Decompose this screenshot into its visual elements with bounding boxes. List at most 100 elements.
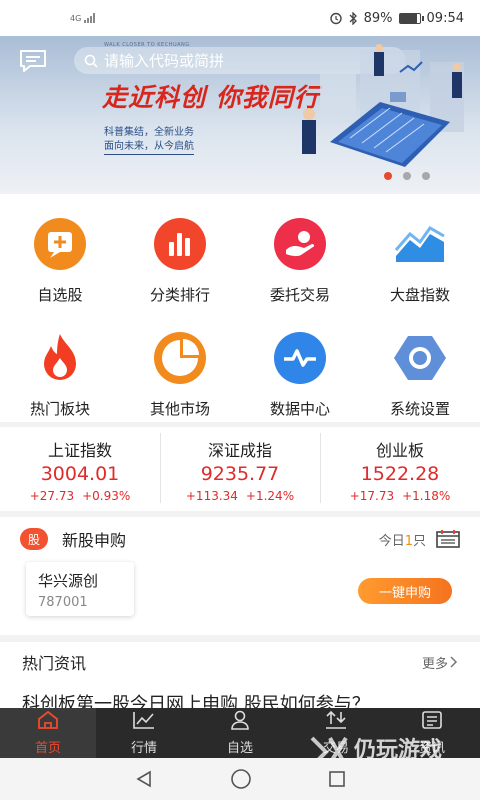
carousel-dot[interactable] [403,172,411,180]
feature-label: 其他市场 [149,400,210,418]
news-item[interactable]: 科创板第一股今日网上申购 股民如何参与？ [22,690,370,708]
battery-percent: 89% [363,10,393,26]
feature-label: 系统设置 [389,400,450,418]
ipo-today-number: 1 [404,533,413,549]
feature-trade-hand[interactable]: 委托交易 [240,194,360,308]
index-percent: +1.24% [245,489,295,503]
index-percent: +0.93% [82,489,131,503]
index-change: +27.73 [29,489,75,503]
feature-watchlist[interactable]: 自选股 [0,194,120,308]
search-placeholder: 请输入代码或简拼 [104,52,225,70]
tab-label: 首页 [34,741,61,756]
trade-hand-icon [272,216,328,272]
pie-icon [152,330,208,386]
ipo-today-count: 今日1只 [379,530,426,549]
carousel-dot[interactable] [384,172,392,180]
settings-hex-icon [392,330,448,386]
tab-home[interactable]: 首页 [0,708,96,758]
clock: 09:54 [426,10,464,26]
feature-label: 自选股 [37,286,83,304]
feature-label: 大盘指数 [389,286,450,304]
home-icon [37,710,59,737]
news-title: 热门资讯 [22,654,87,673]
ipo-stock-card[interactable]: 华兴源创 787001 [26,562,134,616]
carousel-dot[interactable] [422,172,430,180]
index-percent: +1.18% [402,489,451,503]
index-change: +17.73 [349,489,395,503]
ranking-bars-icon [152,216,208,272]
tab-trade-arrows[interactable]: 交易 [288,708,384,758]
index-value: 3004.01 [40,463,120,485]
search-icon [84,54,98,68]
chevron-right-icon [450,656,458,668]
system-nav-bar [0,758,480,800]
index-name: 上证指数 [47,441,112,460]
index-change: +113.34 [185,489,238,503]
ipo-stock-name: 华兴源创 [38,572,99,590]
feature-label: 委托交易 [269,286,330,304]
one-click-subscribe-button[interactable]: 一键申购 [358,578,452,604]
feature-flame[interactable]: 热门板块 [0,308,120,422]
banner-subtitle-line1: 科普集结，全新业务 [104,127,194,138]
hot-news-section: 热门资讯 更多 科创板第一股今日网上申购 股民如何参与？ [0,642,480,708]
home-circle-icon[interactable] [230,768,252,790]
index-card[interactable]: 上证指数 3004.01 +27.73 +0.93% [0,427,160,511]
market-line-icon [132,710,156,737]
news-more-label: 更多 [421,656,448,672]
bottom-tab-bar: 首页 行情 自选 交易 资讯 [0,708,480,758]
trade-arrows-icon [324,710,348,737]
feature-pie[interactable]: 其他市场 [120,308,240,422]
index-name: 创业板 [375,441,424,460]
signal-icon [84,13,96,23]
network-label: 4G [70,13,82,23]
index-card[interactable]: 创业板 1522.28 +17.73 +1.18% [320,427,480,511]
ipo-section: 股 新股申购 今日1只 华兴源创 787001 一键申购 [0,517,480,635]
stock-badge: 股 [20,528,48,550]
flame-icon [32,330,88,386]
tab-news[interactable]: 资讯 [384,708,480,758]
feature-label: 热门板块 [29,400,90,418]
feature-label: 分类排行 [149,286,210,304]
feature-label: 数据中心 [269,400,330,418]
user-icon [229,710,251,737]
market-chart-icon [392,216,448,272]
tab-label: 行情 [130,741,157,756]
back-icon[interactable] [134,770,154,788]
pulse-icon [272,330,328,386]
index-value: 9235.77 [200,463,280,485]
feature-pulse[interactable]: 数据中心 [240,308,360,422]
network-indicator: 4G [70,13,96,23]
tab-label: 自选 [226,741,253,756]
ipo-today-prefix: 今日 [378,533,405,549]
tab-label: 资讯 [418,741,445,756]
battery-icon [398,12,424,24]
index-card[interactable]: 深证成指 9235.77 +113.34 +1.24% [160,427,320,511]
index-name: 深证成指 [207,441,272,460]
news-more-link[interactable]: 更多 [422,653,458,672]
feature-settings-hex[interactable]: 系统设置 [360,308,480,422]
ipo-title: 新股申购 [62,531,127,550]
bluetooth-icon [349,11,357,25]
feature-ranking-bars[interactable]: 分类排行 [120,194,240,308]
feature-grid: 自选股 分类排行 委托交易 大盘指数 热门板块 其他市场 数据中心 系统设置 [0,194,480,422]
tab-market-line[interactable]: 行情 [96,708,192,758]
news-icon [421,710,443,737]
ipo-today-suffix: 只 [412,533,426,549]
tab-user[interactable]: 自选 [192,708,288,758]
market-index-strip: 上证指数 3004.01 +27.73 +0.93% 深证成指 9235.77 +1… [0,427,480,511]
calendar-icon[interactable] [436,530,460,548]
message-icon[interactable] [18,49,48,73]
recents-icon[interactable] [328,770,346,788]
banner-subtitle: 科普集结，全新业务 面向未来，从今启航 [104,126,194,155]
feature-market-chart[interactable]: 大盘指数 [360,194,480,308]
alarm-icon [329,12,342,25]
banner-illustration [302,44,464,167]
ipo-stock-code: 787001 [38,595,88,610]
banner-subtitle-line2: 面向未来，从今启航 [104,140,194,155]
promo-banner[interactable]: WALK CLOSER TO KECHUANG 请输入代码或简拼 走近科创 你我… [0,36,480,194]
status-bar: 4G 89% 09:54 [0,0,480,36]
index-value: 1522.28 [360,463,440,485]
watchlist-icon [32,216,88,272]
banner-headline: 走近科创 你我同行 [102,83,320,112]
carousel-dots[interactable] [384,172,430,180]
